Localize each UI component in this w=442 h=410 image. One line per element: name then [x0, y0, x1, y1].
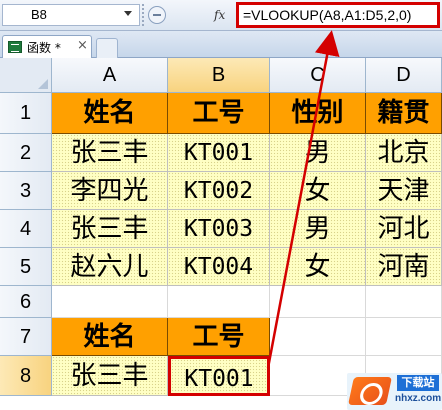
table-cell[interactable]: 女 [270, 248, 366, 286]
insert-function-icon[interactable]: fx [214, 6, 232, 24]
column-header-b[interactable]: B [168, 58, 270, 93]
collapse-icon[interactable] [148, 6, 166, 24]
empty-cell[interactable] [52, 286, 168, 318]
table-header-cell[interactable]: 姓名 [52, 93, 168, 134]
lookup-header-cell[interactable]: 工号 [168, 318, 270, 356]
new-tab-button[interactable] [96, 38, 118, 58]
table-cell[interactable]: 河北 [366, 210, 442, 248]
lookup-result-cell[interactable]: KT001 [168, 356, 270, 396]
column-header-a[interactable]: A [52, 58, 168, 93]
table-cell[interactable]: 李四光 [52, 172, 168, 210]
row-header-5[interactable]: 5 [0, 248, 52, 286]
column-header-c[interactable]: C [270, 58, 366, 93]
formula-bar: B8 fx =VLOOKUP(A8,A1:D5,2,0) [0, 0, 442, 31]
row-header-8[interactable]: 8 [0, 356, 52, 396]
row-header-6[interactable]: 6 [0, 286, 52, 318]
empty-cell[interactable] [168, 286, 270, 318]
select-all-corner[interactable] [0, 58, 52, 93]
table-header-cell[interactable]: 工号 [168, 93, 270, 134]
spreadsheet-grid: A B C D 1 2 3 4 5 6 7 8 姓名 工号 性别 籍贯 张三丰 KT001 男北京 李四光 KT002 女… [0, 58, 442, 410]
table-cell[interactable]: 赵六儿 [52, 248, 168, 286]
row-header-1[interactable]: 1 [0, 93, 52, 134]
workbook-tab-label: 函数 * [27, 41, 61, 55]
column-header-d[interactable]: D [366, 58, 442, 93]
close-tab-icon[interactable]: × [77, 38, 88, 53]
table-cell[interactable]: 北京 [366, 134, 442, 172]
name-box-dropdown-icon[interactable] [124, 11, 132, 16]
empty-cell[interactable] [270, 318, 366, 356]
row-header-7[interactable]: 7 [0, 318, 52, 356]
row-header-2[interactable]: 2 [0, 134, 52, 172]
site-watermark: 下载站 nhxz.com [347, 373, 442, 410]
workbook-tab-strip: 函数 * × [0, 31, 442, 58]
table-cell[interactable]: 女 [270, 172, 366, 210]
watermark-url: nhxz.com [395, 393, 442, 404]
formula-input[interactable]: =VLOOKUP(A8,A1:D5,2,0) [236, 2, 440, 28]
workbook-tab[interactable]: 函数 * × [2, 35, 92, 58]
table-cell[interactable]: 张三丰 [52, 134, 168, 172]
table-cell[interactable]: 男 [270, 134, 366, 172]
table-cell[interactable]: KT004 [168, 248, 270, 286]
site-logo [348, 377, 392, 405]
lookup-name-cell[interactable]: 张三丰 [52, 356, 168, 396]
table-cell[interactable]: KT002 [168, 172, 270, 210]
table-header-cell[interactable]: 性别 [270, 93, 366, 134]
watermark-label: 下载站 [397, 375, 439, 391]
table-cell[interactable]: KT003 [168, 210, 270, 248]
table-cell[interactable]: 河南 [366, 248, 442, 286]
name-box[interactable]: B8 [2, 4, 140, 26]
empty-cell[interactable] [366, 318, 442, 356]
table-cell[interactable]: 男 [270, 210, 366, 248]
spreadsheet-icon [8, 41, 22, 53]
empty-cell[interactable] [366, 286, 442, 318]
row-header-3[interactable]: 3 [0, 172, 52, 210]
table-header-cell[interactable]: 籍贯 [366, 93, 442, 134]
row-header-4[interactable]: 4 [0, 210, 52, 248]
lookup-header-cell[interactable]: 姓名 [52, 318, 168, 356]
empty-cell[interactable] [270, 286, 366, 318]
table-cell[interactable]: 天津 [366, 172, 442, 210]
table-cell[interactable]: KT001 [168, 134, 270, 172]
table-cell[interactable]: 张三丰 [52, 210, 168, 248]
